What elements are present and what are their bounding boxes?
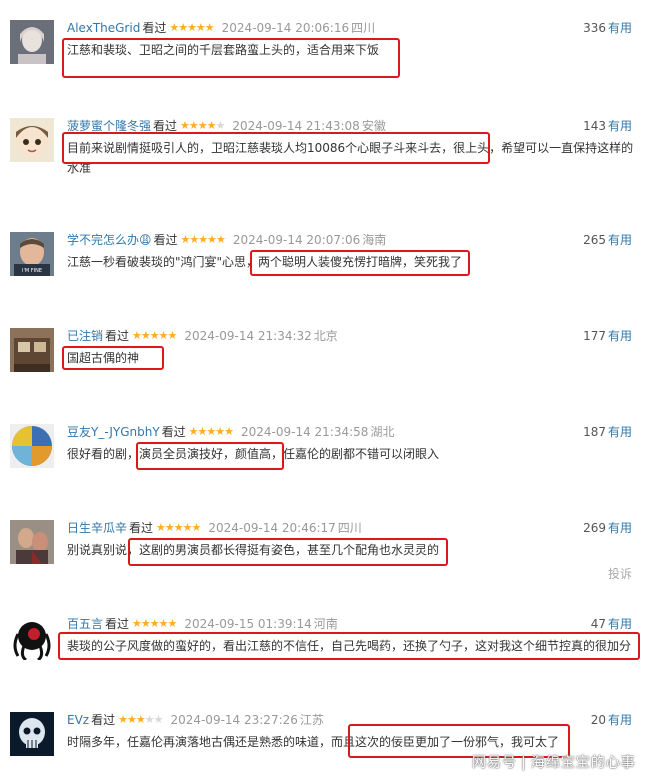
review-meta: EVz 看过 ★★★★★ 2024-09-14 23:27:26 江苏 (67, 712, 324, 728)
user-avatar[interactable] (10, 118, 54, 162)
review-location: 海南 (362, 233, 387, 247)
vote-number: 269 (583, 521, 606, 535)
highlight-box (58, 632, 640, 660)
useful-button[interactable]: 有用 (608, 425, 632, 439)
user-avatar[interactable] (10, 328, 54, 372)
report-link[interactable]: 投诉 (608, 565, 632, 582)
rating-stars: ★★★★★ (118, 713, 163, 726)
rating-stars: ★★★★★ (188, 425, 234, 438)
watch-status: 看过 (91, 713, 116, 727)
watch-status: 看过 (129, 521, 154, 535)
vote-number: 187 (583, 425, 606, 439)
user-avatar[interactable] (10, 20, 54, 64)
vote-number: 20 (590, 713, 606, 727)
review-location: 江苏 (299, 713, 324, 727)
vote-count: 265 有用 (583, 232, 632, 248)
useful-button[interactable]: 有用 (608, 233, 632, 247)
highlight-box (136, 442, 284, 470)
useful-button[interactable]: 有用 (608, 521, 632, 535)
review-meta: AlexTheGrid 看过 ★★★★★ 2024-09-14 20:06:16 四川 (67, 20, 375, 36)
user-avatar[interactable] (10, 520, 54, 564)
review-location: 湖北 (370, 425, 395, 439)
username-link[interactable]: 学不完怎么办😩 (67, 233, 152, 247)
watermark-brand: 网易号 (472, 755, 517, 771)
highlight-box (62, 38, 400, 78)
vote-count: 269 有用 (583, 520, 632, 536)
highlight-box (250, 250, 470, 276)
review-meta: 豆友Y_-JYGnbhY 看过 ★★★★★ 2024-09-14 21:34:58 湖北 (67, 424, 394, 440)
vote-count: 177 有用 (583, 328, 632, 344)
vote-number: 177 (583, 329, 606, 343)
review-location: 四川 (351, 21, 376, 35)
username-link[interactable]: 豆友Y_-JYGnbhY (67, 425, 160, 439)
vote-count: 143 有用 (583, 118, 632, 134)
review-location: 四川 (337, 521, 362, 535)
username-link[interactable]: EVz (67, 713, 89, 727)
vote-number: 47 (590, 617, 606, 631)
vote-count: 187 有用 (583, 424, 632, 440)
review-time: 2024-09-14 20:06:16 (221, 21, 350, 35)
rating-stars: ★★★★★ (180, 119, 225, 132)
useful-button[interactable]: 有用 (608, 21, 632, 35)
useful-button[interactable]: 有用 (608, 713, 632, 727)
review-time: 2024-09-14 21:34:58 (240, 425, 369, 439)
vote-number: 265 (583, 233, 606, 247)
user-avatar[interactable]: I'M FINE (10, 232, 54, 276)
user-avatar[interactable] (10, 424, 54, 468)
review-time: 2024-09-15 01:39:14 (184, 617, 312, 631)
review-location: 河南 (313, 617, 338, 631)
watch-status: 看过 (142, 21, 167, 35)
username-link[interactable]: 已注销 (67, 329, 103, 343)
review-meta: 学不完怎么办😩 看过 ★★★★★ 2024-09-14 20:07:06 海南 (67, 232, 386, 248)
vote-count: 336 有用 (583, 20, 632, 36)
watch-status: 看过 (105, 617, 130, 631)
username-link[interactable]: 日生辛瓜辛 (67, 521, 127, 535)
rating-stars: ★★★★★ (156, 521, 201, 534)
highlight-box (128, 538, 448, 566)
vote-count: 20 有用 (591, 712, 632, 728)
username-link[interactable]: 百五言 (67, 617, 103, 631)
username-link[interactable]: AlexTheGrid (67, 21, 140, 35)
username-link[interactable]: 菠萝蜜个隆冬强 (67, 119, 151, 133)
review-time: 2024-09-14 20:46:17 (208, 521, 336, 535)
watch-status: 看过 (153, 233, 178, 247)
review-meta: 百五言 看过 ★★★★★ 2024-09-15 01:39:14 河南 (67, 616, 338, 632)
watch-status: 看过 (105, 329, 130, 343)
user-avatar[interactable] (10, 712, 54, 756)
useful-button[interactable]: 有用 (608, 617, 632, 631)
review-time: 2024-09-14 21:34:32 (184, 329, 312, 343)
rating-stars: ★★★★★ (132, 329, 177, 342)
watch-status: 看过 (161, 425, 186, 439)
rating-stars: ★★★★★ (132, 617, 177, 630)
highlight-box (62, 132, 490, 164)
watermark-account: 海绵宝宝的心事 (530, 755, 636, 771)
vote-number: 143 (583, 119, 606, 133)
review-meta: 已注销 看过 ★★★★★ 2024-09-14 21:34:32 北京 (67, 328, 338, 344)
rating-stars: ★★★★★ (180, 233, 226, 246)
review-meta: 日生辛瓜辛 看过 ★★★★★ 2024-09-14 20:46:17 四川 (67, 520, 362, 536)
user-avatar[interactable] (10, 616, 54, 660)
review-location: 北京 (313, 329, 338, 343)
svg-text:I'M FINE: I'M FINE (22, 268, 42, 274)
watch-status: 看过 (153, 119, 178, 133)
watermark: 网易号 | 海绵宝宝的心事 (472, 752, 636, 772)
review-time: 2024-09-14 21:43:08 (232, 119, 360, 133)
rating-stars: ★★★★★ (169, 21, 214, 34)
review-location: 安徽 (361, 119, 386, 133)
highlight-box (62, 346, 164, 370)
review-time: 2024-09-14 20:07:06 (232, 233, 361, 247)
useful-button[interactable]: 有用 (608, 119, 632, 133)
review-time: 2024-09-14 23:27:26 (170, 713, 298, 727)
watermark-separator: | (521, 755, 527, 771)
vote-count: 47 有用 (591, 616, 632, 632)
useful-button[interactable]: 有用 (608, 329, 632, 343)
vote-number: 336 (583, 21, 606, 35)
